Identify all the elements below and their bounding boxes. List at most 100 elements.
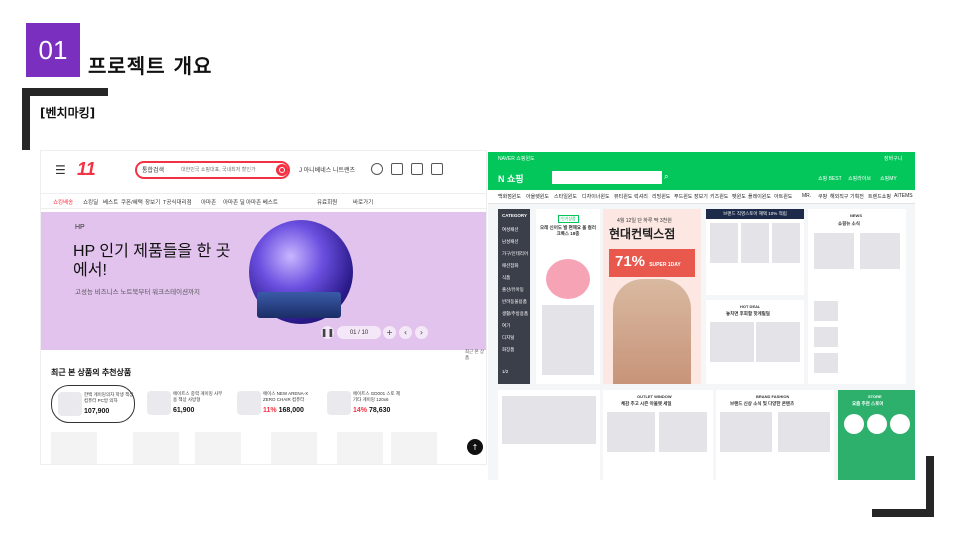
sidebar-item[interactable]: 반려동물용품 [502,299,527,305]
brand-fashion-card[interactable]: BRAND FASHION 브랜드 신상 소식 및 다양한 콘텐츠 [716,390,834,480]
header-promo-text[interactable]: J 아니베네스 니트랜츠 [299,165,355,174]
chevron-left-icon[interactable]: ‹ [399,326,412,339]
category-item[interactable]: 백화점윈도 [498,193,521,200]
category-item[interactable]: 키즈윈도 [710,193,728,200]
recommend-card[interactable]: 에이트스 중력 게이밍 사무용 책상 사방형 61,900 [141,385,225,423]
category-item[interactable]: 리빙윈도 [652,193,670,200]
plus-icon[interactable]: + [383,326,396,339]
store-logo [867,414,887,434]
category-item[interactable]: 해외직구 [830,193,848,200]
nav-item[interactable]: 아마존 딜 [223,198,245,206]
11st-search-bar[interactable]: 통합검색 [135,161,290,179]
sidebar-item[interactable]: 패션잡화 [502,263,519,269]
hot-deal-card[interactable]: HOT DEAL 놓치면 후회할 핫게릴딜 [706,300,804,384]
brand-store-card[interactable]: 브랜드 직영스토어 혜택 10% 적립 [706,209,804,295]
search-input[interactable] [552,171,662,184]
category-item[interactable]: MR. [802,193,811,199]
header-link[interactable]: 쇼핑 BEST [818,175,842,182]
card-title: 브랜드 직영스토어 혜택 10% 적립 [706,209,804,219]
chevron-right-icon[interactable]: › [415,326,428,339]
slide-title: 프로젝트 개요 [88,54,213,78]
header-link[interactable]: 쇼핑라이브 [848,175,871,182]
product-image[interactable] [391,432,437,464]
crocs-image [546,259,590,299]
card-head: STORE [868,394,882,399]
delivery-icon[interactable] [391,163,403,175]
sidebar-item[interactable]: 생활/주방용품 [502,311,528,317]
scroll-top-button[interactable]: ↑ [467,439,483,455]
search-input[interactable] [181,164,271,176]
product-thumbnail [237,391,261,415]
product-image[interactable] [195,432,241,464]
featured-banner[interactable]: 4월 12일 단 하루 딱 3천원 현대컨텍스점 71% SUPER 1DAY [603,209,701,384]
recommend-card[interactable]: 한백 게이밍의자 학생 책상 컴퓨터 PC방 의자 107,900 [51,385,135,423]
product-name: 한백 게이밍의자 학생 책상 컴퓨터 PC방 의자 [84,392,134,403]
category-item[interactable]: 푸드윈도 [674,193,692,200]
category-item[interactable]: 쿠팡 [818,193,827,200]
store-card[interactable]: STORE 요즘 추천 스토어 [838,390,915,480]
product-image[interactable] [271,432,317,464]
top-left-bracket [22,88,30,150]
nav-item[interactable]: 바로가기 [353,198,373,206]
nav-item[interactable]: 아마존 [201,198,216,206]
recent-products-label[interactable]: 최근 본 상품 [465,349,486,361]
top-left-bracket-bar [22,88,108,96]
sidebar-item[interactable]: 식품 [502,275,510,281]
category-item[interactable]: 플레이윈도 [748,193,771,200]
product-image[interactable] [133,432,179,464]
nav-item[interactable]: 유료회원 [317,198,337,206]
promo-card[interactable] [498,390,600,480]
cart-icon[interactable] [411,163,423,175]
user-icon[interactable] [371,163,383,175]
card-title: 브랜드 신상 소식 및 다양한 콘텐츠 [730,401,795,406]
11st-logo[interactable]: 11 [77,159,96,180]
recommend-card[interactable]: 에이트스 GD001 스토 제 기타 게이밍 120x6 14% 78,630 [321,385,405,423]
sidebar-item[interactable]: 여가 [502,323,510,329]
category-item[interactable]: AITEMS [894,193,913,199]
category-item[interactable]: 럭셔리 [634,193,648,200]
recommend-section-title: 최근 본 상품의 추천상품 [51,368,132,377]
recent-icon[interactable] [431,163,443,175]
nav-item[interactable]: 베스트 [103,198,118,206]
sidebar-item[interactable]: 출산/유아동 [502,287,524,293]
category-item[interactable]: 디자이너윈도 [582,193,610,200]
product-image [720,412,772,452]
news-card[interactable]: NEWS 쇼핑뉴 소식 [808,209,906,384]
cart-link[interactable]: 장바구니 [884,155,902,162]
header-link[interactable]: 쇼핑MY [880,175,897,182]
nav-item[interactable]: T공식대리점 [163,198,192,206]
search-icon[interactable]: ⌕ [664,172,668,182]
nav-item[interactable]: 쿠폰/혜택 [121,198,143,206]
category-item[interactable]: 장보기 [694,193,708,200]
sidebar-item[interactable]: 화장품 [502,347,514,353]
naver-shopping-logo[interactable]: N 쇼핑 [498,172,524,185]
sidebar-item[interactable]: 여성패션 [502,227,519,233]
product-image[interactable] [51,432,97,464]
product-image[interactable] [337,432,383,464]
product-card[interactable]: 인기상품 오레 신어도 발 편해요 올 컬러 크록스 18종 [536,209,600,384]
nav-item[interactable]: 아마존 베스트 [246,198,278,206]
card-head: HOT DEAL [740,304,761,309]
hero-banner[interactable]: HP HP 인기 제품들을 한 곳에서! 고성능 비즈니스 노트북부터 워크스테… [41,212,486,350]
recommend-card[interactable]: 에이스 NEW ARENA-X ZERO CHAIR 컴퓨터 11% 168,0… [231,385,315,423]
nav-item[interactable]: 장보기 [145,198,160,206]
category-item[interactable]: 펫윈도 [732,193,746,200]
category-item[interactable]: 스타일윈도 [554,193,577,200]
sidebar-item[interactable]: 남성패션 [502,239,519,245]
nav-item[interactable]: 쇼킹배송 [53,198,73,206]
category-item[interactable]: 뷰티윈도 [614,193,632,200]
category-item[interactable]: 아트윈도 [774,193,792,200]
search-icon[interactable] [276,164,288,176]
category-item[interactable]: 기획전 [850,193,864,200]
category-item[interactable]: 트렌드쇼핑 [868,193,891,200]
category-item[interactable]: 아울렛윈도 [526,193,549,200]
outlet-card[interactable]: OUTLET WINDOW 체감 추고 시즌 아울렛 세일 [603,390,713,480]
search-category-select[interactable]: 통합검색 [142,165,164,174]
pause-icon[interactable]: ❚❚ [321,326,334,339]
sidebar-item[interactable]: 디지털 [502,335,514,341]
sidebar-pager[interactable]: 1/2 [502,369,508,374]
nav-item[interactable]: 쇼킹딜 [83,198,98,206]
sidebar-item[interactable]: 가구/인테리어 [502,251,528,257]
naver-top-link[interactable]: NAVER 쇼핑윈도 [498,155,535,162]
hamburger-menu-icon[interactable]: ☰ [55,163,66,177]
